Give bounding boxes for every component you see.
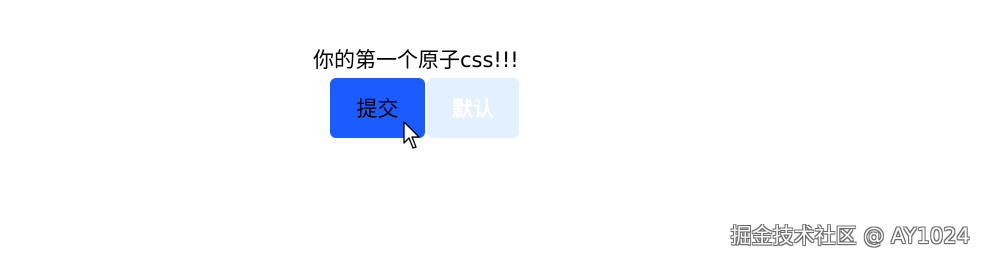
page: 你的第一个原子css!!! 提交 默认 掘金技术社区 @ AY1024 <box>0 0 982 262</box>
watermark: 掘金技术社区 @ AY1024 <box>730 224 970 248</box>
mouse-pointer-icon <box>403 121 420 149</box>
button-row: 提交 默认 <box>330 78 519 138</box>
page-heading: 你的第一个原子css!!! <box>313 48 519 72</box>
default-button[interactable]: 默认 <box>427 78 519 138</box>
